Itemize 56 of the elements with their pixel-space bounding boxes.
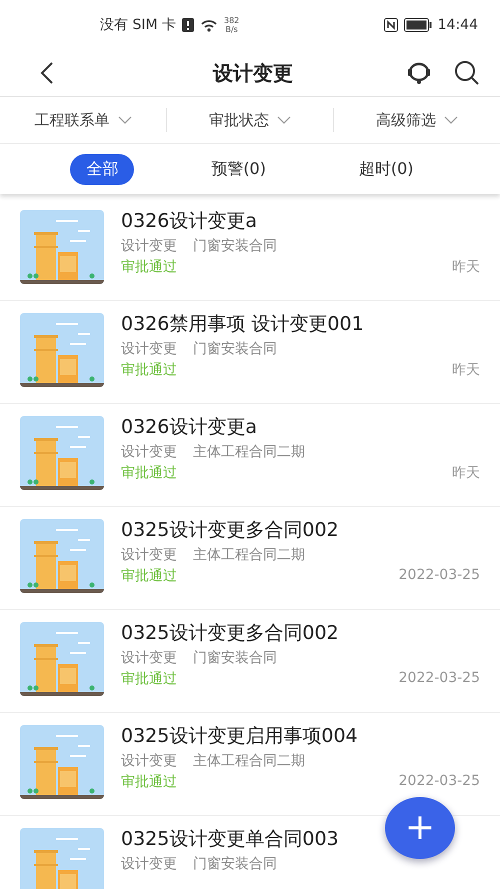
contract-name: 门窗安装合同 xyxy=(193,855,277,873)
tab[interactable]: 全部 xyxy=(70,154,134,184)
approval-status: 审批通过 xyxy=(121,567,177,585)
list-item[interactable]: 0325设计变更多合同002 设计变更 门窗安装合同 审批通过 2022-03-25 xyxy=(0,610,500,713)
contract-name: 主体工程合同二期 xyxy=(193,443,305,461)
item-title: 0325设计变更启用事项004 xyxy=(121,724,358,749)
sim-alert-icon xyxy=(182,18,194,32)
nfc-icon xyxy=(384,18,398,32)
approval-status: 审批通过 xyxy=(121,773,177,791)
list-item[interactable]: 0326设计变更a 设计变更 门窗安装合同 审批通过 昨天 xyxy=(0,198,500,301)
approval-status: 审批通过 xyxy=(121,258,177,276)
item-title: 0326设计变更a xyxy=(121,415,257,440)
item-date: 昨天 xyxy=(452,258,480,276)
item-date: 2022-03-25 xyxy=(398,567,480,585)
approval-status: 审批通过 xyxy=(121,670,177,688)
approval-status: 审批通过 xyxy=(121,361,177,379)
item-date: 昨天 xyxy=(452,464,480,482)
approval-status: 审批通过 xyxy=(121,464,177,482)
item-title: 0326禁用事项 设计变更001 xyxy=(121,312,364,337)
contract-name: 门窗安装合同 xyxy=(193,340,277,358)
carrier-text: 没有 SIM 卡 xyxy=(100,16,176,34)
item-title: 0325设计变更多合同002 xyxy=(121,621,339,646)
add-button[interactable]: + xyxy=(385,797,455,859)
battery-icon xyxy=(404,18,432,32)
item-type: 设计变更 xyxy=(121,649,177,667)
chevron-down-icon xyxy=(118,116,132,124)
item-type: 设计变更 xyxy=(121,443,177,461)
contract-name: 主体工程合同二期 xyxy=(193,752,305,770)
item-type: 设计变更 xyxy=(121,546,177,564)
item-type: 设计变更 xyxy=(121,340,177,358)
item-title: 0326设计变更a xyxy=(121,209,257,234)
item-type: 设计变更 xyxy=(121,855,177,873)
chevron-down-icon xyxy=(444,116,458,124)
contract-name: 门窗安装合同 xyxy=(193,649,277,667)
list-item[interactable]: 0326设计变更a 设计变更 主体工程合同二期 审批通过 昨天 xyxy=(0,404,500,507)
clock: 14:44 xyxy=(438,17,478,33)
filter-dropdown[interactable]: 审批状态 xyxy=(167,108,334,132)
item-title: 0325设计变更单合同003 xyxy=(121,827,339,852)
network-speed: 382 B/s xyxy=(224,16,240,34)
item-date: 2022-03-25 xyxy=(398,670,480,688)
page-title: 设计变更 xyxy=(212,60,294,86)
item-type: 设计变更 xyxy=(121,237,177,255)
item-date: 2022-03-25 xyxy=(398,773,480,791)
wifi-icon xyxy=(200,18,218,32)
tab[interactable]: 预警(0) xyxy=(195,154,282,184)
chevron-down-icon xyxy=(277,116,291,124)
list-item[interactable]: 0325设计变更多合同002 设计变更 主体工程合同二期 审批通过 2022-03-25 xyxy=(0,507,500,610)
list-item[interactable]: 0326禁用事项 设计变更001 设计变更 门窗安装合同 审批通过 昨天 xyxy=(0,301,500,404)
filter-dropdown[interactable]: 高级筛选 xyxy=(334,108,500,132)
item-title: 0325设计变更多合同002 xyxy=(121,518,339,543)
tab[interactable]: 超时(0) xyxy=(342,154,430,184)
item-date: 昨天 xyxy=(452,361,480,379)
contract-name: 门窗安装合同 xyxy=(193,237,277,255)
contract-name: 主体工程合同二期 xyxy=(193,546,305,564)
filter-dropdown[interactable]: 工程联系单 xyxy=(0,108,167,132)
item-type: 设计变更 xyxy=(121,752,177,770)
